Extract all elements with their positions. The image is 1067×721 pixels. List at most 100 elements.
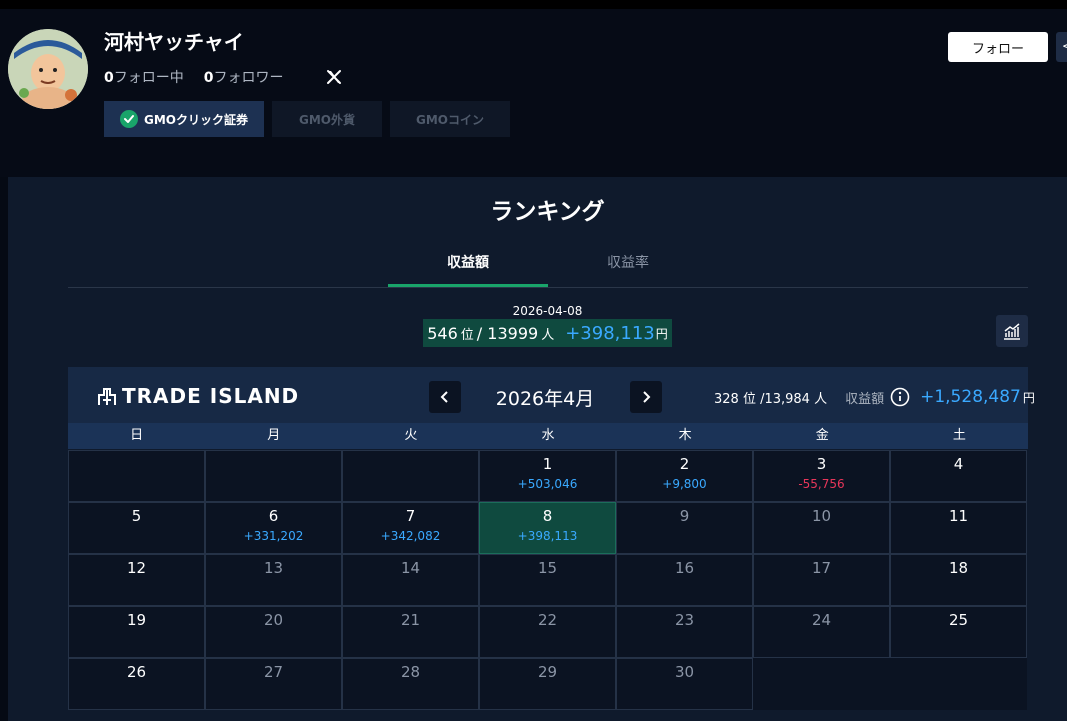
chevron-left-icon <box>440 391 448 403</box>
calendar-day-cell[interactable]: 29 <box>479 658 616 710</box>
calendar-day-number: 28 <box>400 663 421 681</box>
month-label: 2026年4月 <box>495 388 595 410</box>
info-icon[interactable] <box>890 387 910 407</box>
calendar-day-number: 1 <box>542 455 553 473</box>
calendar-day-number: 27 <box>263 663 284 681</box>
calendar-day-number: 20 <box>263 611 284 629</box>
prev-month-button[interactable] <box>429 381 461 413</box>
calendar-day-cell[interactable]: 2 +9,800 <box>616 450 753 502</box>
logo-text: TRADE ISLAND <box>122 384 300 408</box>
calendar-day-cell[interactable]: 15 <box>479 554 616 606</box>
calendar-day-cell[interactable]: 10 <box>753 502 890 554</box>
ranking-summary: 546 位 / 13999 人 +398,113 円 <box>423 319 672 347</box>
line-chart-icon <box>1004 323 1020 340</box>
calendar-day-cell[interactable]: 9 <box>616 502 753 554</box>
broker-chip-gmo-coin[interactable]: GMOコイン <box>390 101 510 137</box>
follow-counts: 0フォロー中 0フォロワー <box>104 67 304 87</box>
rank-profit-unit: 円 <box>655 326 668 341</box>
calendar-day-number: 30 <box>674 663 695 681</box>
broker-chip-gmo-click[interactable]: GMOクリック証券 <box>104 101 264 137</box>
calendar-day-cell[interactable]: 14 <box>342 554 479 606</box>
weekday-fri: 金 <box>815 428 829 443</box>
rank-profit: +398,113 <box>565 322 655 344</box>
calendar-day-cell[interactable]: 27 <box>205 658 342 710</box>
calendar-day-number: 6 <box>268 507 279 525</box>
calendar-day-cell[interactable]: 24 <box>753 606 890 658</box>
calendar-day-number: 3 <box>816 455 827 473</box>
weekday-sat: 土 <box>952 428 966 443</box>
trade-island-logo: TRADE ISLAND <box>96 384 299 408</box>
calendar-day-cell[interactable]: 6 +331,202 <box>205 502 342 554</box>
calendar-day-cell[interactable]: 30 <box>616 658 753 710</box>
weekday-thu: 木 <box>678 428 692 443</box>
trade-island-logo-icon <box>98 388 116 405</box>
calendar-day-number: 2 <box>679 455 690 473</box>
weekday-wed: 水 <box>541 428 555 443</box>
weekday-row: 日 月 火 水 木 金 土 <box>68 423 1028 449</box>
calendar-day-cell[interactable]: 3 -55,756 <box>753 450 890 502</box>
calendar-day-number: 12 <box>126 559 147 577</box>
calendar-day-cell[interactable]: 21 <box>342 606 479 658</box>
next-month-button[interactable] <box>630 381 662 413</box>
calendar-day-number: 24 <box>811 611 832 629</box>
calendar-day-cell[interactable]: 19 <box>68 606 205 658</box>
rank-value: 546 <box>427 323 458 343</box>
calendar-grid: 1 +503,046 2 +9,800 3 -55,756 4 5 6 +331,202 7 +342… <box>68 450 1028 710</box>
calendar-day-number: 25 <box>948 611 969 629</box>
calendar-day-number: 9 <box>679 507 690 525</box>
calendar-day-number: 11 <box>948 507 969 525</box>
username: 河村ヤッチャイ <box>104 30 244 54</box>
calendar-day-cell[interactable]: 11 <box>890 502 1027 554</box>
calendar-day-number: 23 <box>674 611 695 629</box>
rank-total: 13999 <box>487 323 539 343</box>
calendar-day-profit: +342,082 <box>380 529 441 543</box>
ranking-title: ランキング <box>490 199 605 225</box>
calendar-day-cell[interactable]: 20 <box>205 606 342 658</box>
calendar-day-cell[interactable]: 5 <box>68 502 205 554</box>
calendar-empty-cell <box>342 450 479 502</box>
chevron-right-icon <box>643 391 651 403</box>
calendar-day-number: 26 <box>126 663 147 681</box>
x-icon[interactable] <box>325 68 343 86</box>
calendar-day-number: 29 <box>537 663 558 681</box>
month-profit-unit: 円 <box>1022 390 1035 405</box>
rank-total-unit: 人 <box>541 327 555 343</box>
follow-button[interactable]: フォロー <box>948 32 1048 62</box>
calendar-day-cell[interactable]: 26 <box>68 658 205 710</box>
calendar-day-number: 17 <box>811 559 832 577</box>
calendar-day-cell[interactable]: 12 <box>68 554 205 606</box>
calendar-day-number: 14 <box>400 559 421 577</box>
calendar-day-cell[interactable]: 28 <box>342 658 479 710</box>
calendar-day-number: 18 <box>948 559 969 577</box>
broker-chip-gmo-fx[interactable]: GMO外貨 <box>272 101 382 137</box>
calendar-day-number: 4 <box>953 455 964 473</box>
weekday-sun: 日 <box>130 428 144 443</box>
calendar-day-number: 7 <box>405 507 416 525</box>
tab-profit-amount[interactable]: 収益額 <box>388 252 548 272</box>
month-profit-label: 収益額 <box>845 391 885 407</box>
calendar-day-cell[interactable]: 16 <box>616 554 753 606</box>
calendar-day-profit: +503,046 <box>517 477 578 491</box>
calendar-day-cell[interactable]: 23 <box>616 606 753 658</box>
followers-count[interactable]: 0フォロワー <box>204 67 284 87</box>
chart-button[interactable] <box>996 315 1028 347</box>
calendar-day-cell[interactable]: 7 +342,082 <box>342 502 479 554</box>
calendar-day-cell[interactable]: 13 <box>205 554 342 606</box>
top-strip <box>0 0 1067 9</box>
following-count[interactable]: 0フォロー中 <box>104 67 184 87</box>
calendar-day-cell[interactable]: 1 +503,046 <box>479 450 616 502</box>
share-button[interactable]: < <box>1056 32 1067 62</box>
month-rank: 328 位 /13,984 人 <box>714 391 828 407</box>
calendar-day-cell[interactable]: 4 <box>890 450 1027 502</box>
calendar-day-cell[interactable]: 18 <box>890 554 1027 606</box>
avatar <box>8 29 88 109</box>
calendar-day-cell[interactable]: 22 <box>479 606 616 658</box>
calendar-day-cell[interactable]: 17 <box>753 554 890 606</box>
calendar-day-number: 13 <box>263 559 284 577</box>
calendar-empty-cell <box>753 658 890 710</box>
calendar-day-cell[interactable]: 25 <box>890 606 1027 658</box>
tab-profit-rate[interactable]: 収益率 <box>548 252 708 272</box>
rank-separator: / <box>476 323 488 343</box>
calendar-day-number: 15 <box>537 559 558 577</box>
calendar-day-cell[interactable]: 8 +398,113 <box>479 502 616 554</box>
